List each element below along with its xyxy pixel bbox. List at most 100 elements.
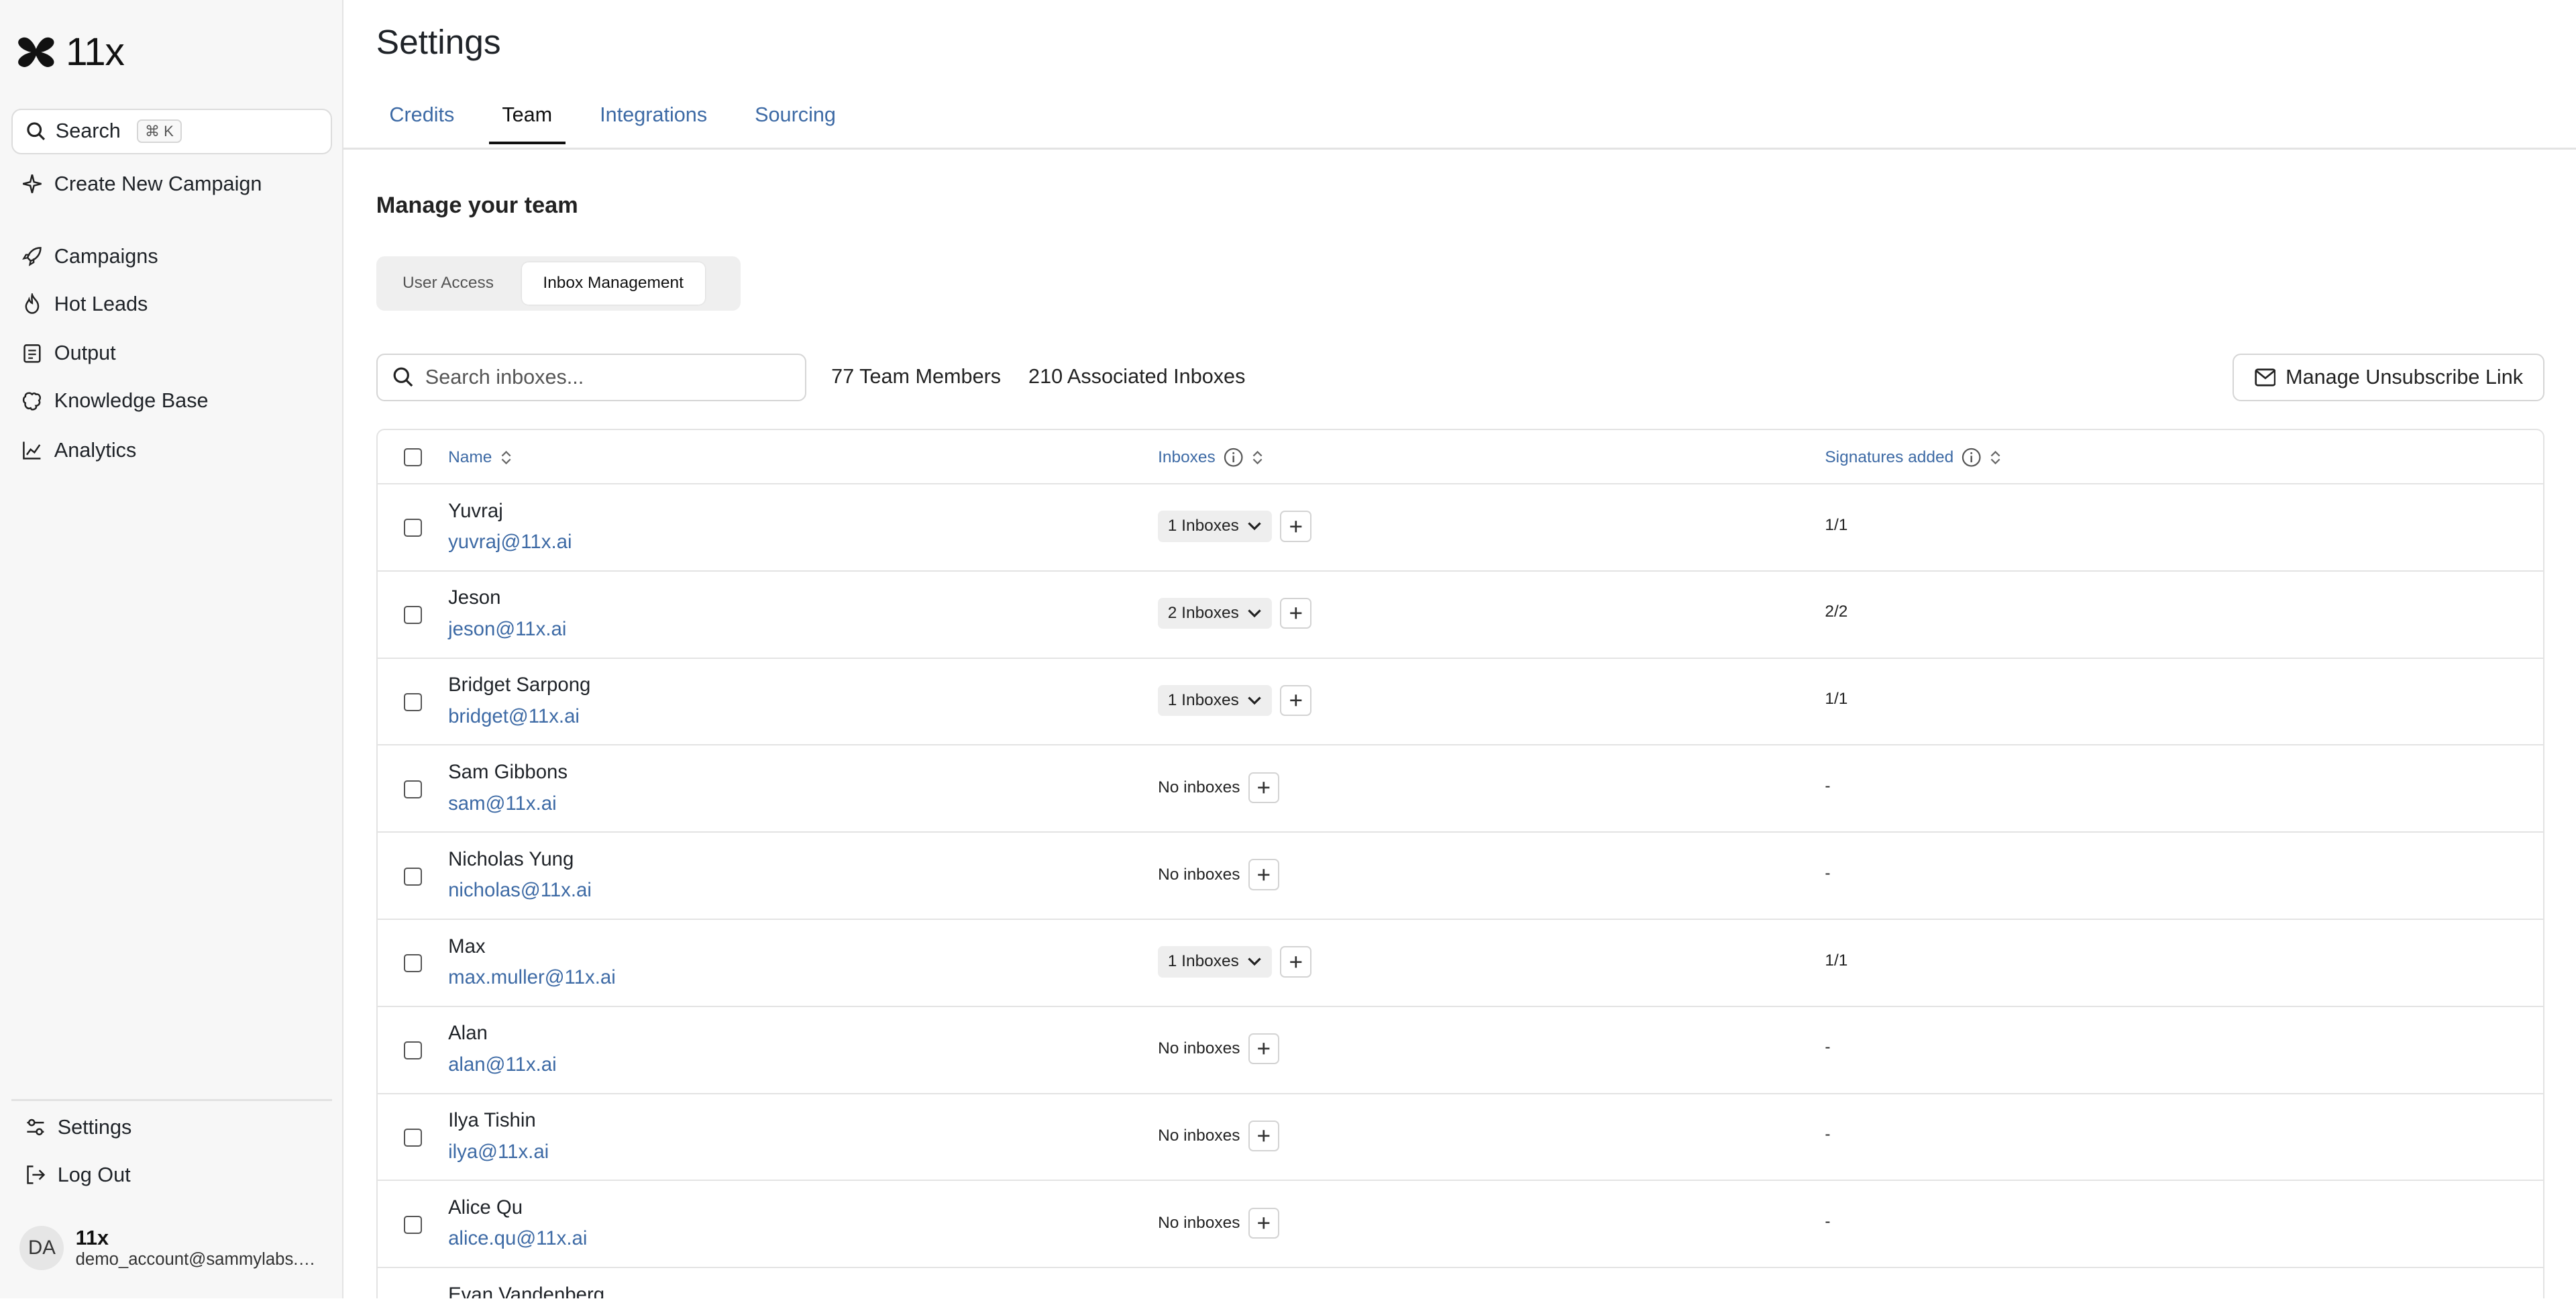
no-inboxes-label: No inboxes [1158,1213,1240,1232]
member-name: Max [448,935,486,957]
table-row[interactable]: Jeson jeson@11x.ai 2 Inboxes 2/2 [377,572,2544,659]
member-email[interactable]: alice.qu@11x.ai [448,1225,587,1251]
member-cell: Evan Vandenberg [448,1282,604,1298]
select-all-checkbox[interactable] [403,448,422,467]
sidebar-item-settings[interactable]: Settings [11,1108,332,1147]
table-row[interactable]: Yuvraj yuvraj@11x.ai 1 Inboxes 1/1 [377,484,2544,572]
inbox-count: 1 Inboxes [1167,952,1239,971]
add-inbox-button[interactable] [1248,1120,1280,1152]
segment-user-access[interactable]: User Access [381,262,515,304]
inbox-table: Name Inboxes Signatures added Yuvraj yuvr… [376,429,2545,1298]
section-title: Manage your team [376,192,578,218]
tab-team[interactable]: Team [488,97,566,145]
member-name: Sam Gibbons [448,760,568,783]
member-email[interactable]: alan@11x.ai [448,1051,557,1078]
tab-sourcing[interactable]: Sourcing [742,97,849,144]
inbox-search-input[interactable] [425,365,787,389]
add-inbox-button[interactable] [1248,859,1280,890]
sort-icon [501,450,511,464]
add-inbox-button[interactable] [1248,772,1280,804]
info-icon [1962,448,1981,467]
add-inbox-button[interactable] [1280,597,1311,629]
plus-icon [1289,694,1301,707]
chevron-down-icon [1248,696,1261,705]
sidebar-item-hot-leads[interactable]: Hot Leads [11,284,332,324]
member-cell: Jeson jeson@11x.ai [448,584,566,642]
table-row[interactable]: Bridget Sarpong bridget@11x.ai 1 Inboxes 1/… [377,659,2544,746]
table-row[interactable]: Alice Qu alice.qu@11x.ai No inboxes - [377,1181,2544,1269]
segment-inbox-management[interactable]: Inbox Management [521,262,705,305]
tab-integrations[interactable]: Integrations [587,97,720,144]
inbox-dropdown[interactable]: 1 Inboxes [1158,946,1272,978]
signatures-count: - [1825,1038,1831,1057]
column-header-name[interactable]: Name [448,430,512,484]
logo-text: 11x [65,30,125,74]
plus-icon [1258,782,1270,794]
member-email[interactable]: yuvraj@11x.ai [448,529,572,555]
inbox-count: 1 Inboxes [1167,517,1239,535]
table-body: Yuvraj yuvraj@11x.ai 1 Inboxes 1/1 Jeson jeso… [377,484,2544,1298]
add-inbox-button[interactable] [1248,1033,1280,1065]
tab-credits[interactable]: Credits [376,97,468,144]
add-inbox-button[interactable] [1280,511,1311,542]
plus-icon [1258,1043,1270,1055]
row-checkbox[interactable] [403,780,422,798]
member-cell: Ilya Tishin ilya@11x.ai [448,1107,549,1165]
sidebar-search[interactable]: Search ⌘ K [11,108,332,155]
member-name: Ilya Tishin [448,1109,536,1132]
member-cell: Max max.muller@11x.ai [448,933,616,991]
signatures-count: - [1825,1212,1831,1231]
row-checkbox[interactable] [403,867,422,886]
column-header-inboxes[interactable]: Inboxes [1158,430,1263,484]
add-inbox-button[interactable] [1248,1207,1280,1239]
add-inbox-button[interactable] [1280,684,1311,717]
member-email[interactable]: bridget@11x.ai [448,703,590,729]
row-checkbox[interactable] [403,954,422,973]
create-campaign-button[interactable]: Create New Campaign [11,164,332,204]
column-label: Signatures added [1825,448,1954,466]
table-header: Name Inboxes Signatures added [377,430,2544,484]
row-checkbox[interactable] [403,693,422,711]
table-row[interactable]: Max max.muller@11x.ai 1 Inboxes 1/1 [377,920,2544,1007]
sidebar-item-knowledge-base[interactable]: Knowledge Base [11,381,332,421]
sidebar-item-analytics[interactable]: Analytics [11,431,332,470]
create-campaign-label: Create New Campaign [54,172,262,195]
inbox-dropdown[interactable]: 1 Inboxes [1158,684,1272,717]
column-header-signatures[interactable]: Signatures added [1825,430,2001,484]
row-checkbox[interactable] [403,1041,422,1060]
inbox-count: 2 Inboxes [1167,604,1239,623]
row-checkbox[interactable] [403,1129,422,1147]
team-segment-control: User Access Inbox Management [376,256,741,311]
app-logo[interactable]: 11x [15,30,125,74]
row-checkbox[interactable] [403,519,422,537]
table-row[interactable]: Ilya Tishin ilya@11x.ai No inboxes - [377,1094,2544,1182]
member-email[interactable]: ilya@11x.ai [448,1139,549,1165]
member-email[interactable]: sam@11x.ai [448,790,568,817]
table-row[interactable]: Alan alan@11x.ai No inboxes - [377,1007,2544,1094]
user-name: 11x [75,1227,109,1249]
team-members-count: 77 Team Members [831,364,1002,388]
member-name: Jeson [448,586,501,609]
table-row[interactable]: Sam Gibbons sam@11x.ai No inboxes - [377,745,2544,833]
main-content: Settings Credits Team Integrations Sourc… [343,0,2576,1298]
plus-icon [1258,869,1270,881]
add-inbox-button[interactable] [1280,946,1311,978]
member-email[interactable]: nicholas@11x.ai [448,877,592,903]
rocket-icon [21,247,42,266]
inbox-dropdown[interactable]: 2 Inboxes [1158,597,1272,629]
search-icon [393,367,413,387]
row-checkbox[interactable] [403,606,422,625]
sidebar-item-output[interactable]: Output [11,333,332,373]
member-email[interactable]: jeson@11x.ai [448,616,566,642]
inbox-dropdown[interactable]: 1 Inboxes [1158,511,1272,542]
sidebar-item-logout[interactable]: Log Out [11,1155,332,1195]
table-row[interactable]: Nicholas Yung nicholas@11x.ai No inboxes - [377,833,2544,920]
manage-unsubscribe-button[interactable]: Manage Unsubscribe Link [2233,353,2545,401]
user-profile[interactable]: DA 11x demo_account@sammylabs.com [19,1225,322,1271]
no-inboxes-label: No inboxes [1158,865,1240,884]
member-email[interactable]: max.muller@11x.ai [448,964,616,990]
sidebar-item-label: Knowledge Base [54,389,209,413]
sidebar-item-campaigns[interactable]: Campaigns [11,237,332,276]
table-row[interactable]: Evan Vandenberg [378,1268,2544,1298]
row-checkbox[interactable] [403,1215,422,1234]
